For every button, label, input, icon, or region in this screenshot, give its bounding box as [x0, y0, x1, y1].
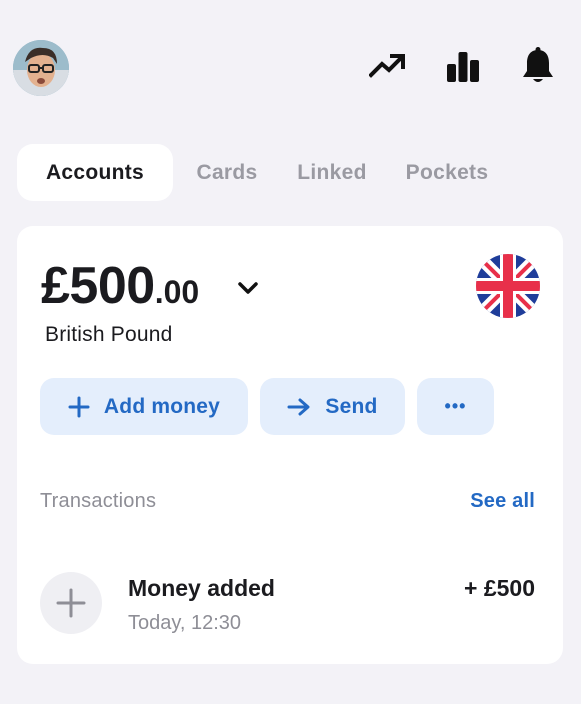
send-button[interactable]: Send: [260, 378, 405, 435]
transaction-name: Money added: [128, 575, 275, 601]
tab-cards[interactable]: Cards: [173, 144, 281, 201]
more-icon: •••: [444, 396, 467, 416]
chevron-down-icon[interactable]: [237, 280, 259, 296]
add-money-label: Add money: [103, 394, 221, 418]
trending-up-icon[interactable]: [367, 46, 407, 86]
balance-whole: £500: [41, 257, 155, 315]
currency-name: British Pound: [45, 323, 173, 346]
transactions-header: Transactions See all: [40, 490, 535, 513]
account-tabs: Accounts Cards Linked Pockets: [17, 144, 511, 201]
bar-chart-icon[interactable]: [443, 46, 483, 86]
transaction-row[interactable]: Money added Today, 12:30 + £500: [40, 572, 535, 636]
tab-pockets[interactable]: Pockets: [383, 144, 511, 201]
bell-icon[interactable]: [518, 46, 558, 86]
user-avatar[interactable]: [13, 40, 69, 96]
arrow-right-icon: [287, 398, 310, 415]
tab-linked[interactable]: Linked: [281, 144, 383, 201]
plus-icon: [68, 396, 90, 417]
account-card: £500 .00 British Pound Add money Send ••…: [17, 226, 563, 664]
balance[interactable]: £500 .00: [41, 256, 199, 316]
send-label: Send: [325, 394, 378, 418]
more-options-button[interactable]: •••: [417, 378, 494, 435]
see-all-link[interactable]: See all: [470, 490, 535, 513]
transactions-title: Transactions: [40, 490, 157, 512]
balance-decimal: .00: [154, 274, 200, 310]
transaction-time: Today, 12:30: [128, 612, 242, 634]
uk-flag-icon: [476, 254, 540, 318]
add-money-button[interactable]: Add money: [40, 378, 248, 435]
top-bar: [0, 0, 581, 120]
plus-icon: [40, 572, 102, 634]
transaction-amount: + £500: [464, 575, 535, 601]
action-buttons: Add money Send •••: [40, 378, 494, 435]
tab-accounts[interactable]: Accounts: [17, 144, 173, 201]
